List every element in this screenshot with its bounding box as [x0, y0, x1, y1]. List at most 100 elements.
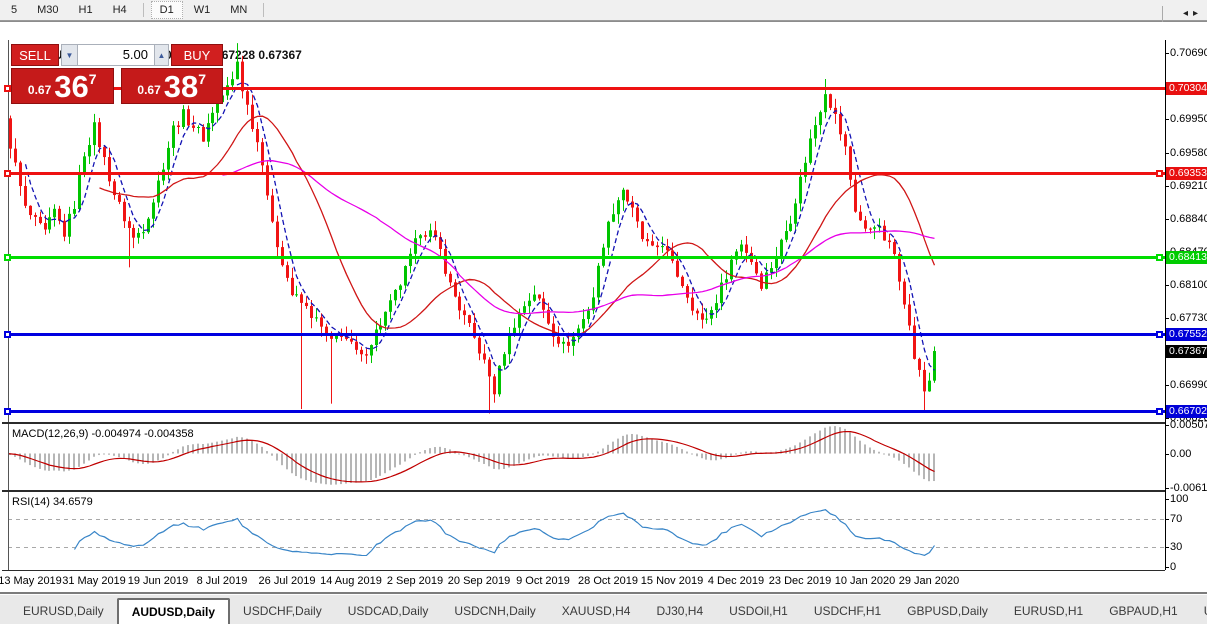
price-axis-tick-label: 0.68840	[1170, 213, 1207, 225]
toolbar-separator	[143, 3, 144, 17]
rsi-pane-canvas[interactable]	[8, 492, 1165, 570]
volume-input[interactable]: 5.00	[78, 45, 154, 65]
tab-scroll-arrows[interactable]: ◂▸	[1183, 8, 1203, 19]
line-handle-right[interactable]	[1156, 170, 1163, 177]
chart-tab-gbpusd-daily[interactable]: GBPUSD,Daily	[894, 600, 1001, 622]
chart-tab-gbpaud-h1[interactable]: GBPAUD,H1	[1096, 600, 1190, 622]
price-axis-tick-mark	[1165, 186, 1169, 187]
horizontal-line-resistance-lower[interactable]	[8, 172, 1165, 175]
chart-tab-audusd-daily[interactable]: AUDUSD,Daily	[117, 598, 230, 624]
trading-terminal: 5M30H1H4D1W1MN ▲ AUDUSD,Daily 0.67259 0.…	[0, 0, 1207, 624]
chart-tab-xauusd-h4[interactable]: XAUUSD,H4	[549, 600, 644, 622]
price-axis-tick-mark	[1165, 53, 1169, 54]
timeframe-button-5[interactable]: 5	[2, 1, 26, 19]
horizontal-line-support-upper[interactable]	[8, 333, 1165, 336]
time-axis-separator	[2, 570, 1165, 571]
chart-tab-eurusd-h1[interactable]: EURUSD,H1	[1001, 600, 1096, 622]
chart-tabs-bar: EURUSD,DailyAUDUSD,DailyUSDCHF,DailyUSDC…	[0, 594, 1207, 624]
macd-values: -0.004974 -0.004358	[91, 428, 193, 440]
line-handle-left[interactable]	[4, 170, 11, 177]
price-axis-tick-mark	[1165, 318, 1169, 319]
time-axis-tick: 28 Oct 2019	[578, 575, 638, 587]
chart-tab-usdcad-daily[interactable]: USDCAD,Daily	[335, 600, 442, 622]
volume-decrease-icon[interactable]: ▼	[62, 45, 78, 65]
time-axis-tick: 8 Jul 2019	[197, 575, 248, 587]
macd-axis-tick-mark	[1165, 488, 1169, 489]
timeframe-button-d1[interactable]: D1	[151, 1, 183, 19]
macd-name: MACD(12,26,9)	[12, 428, 88, 440]
price-axis-tick-label: 0.67730	[1170, 312, 1207, 324]
chart-tab-usdchf-daily[interactable]: USDCHF,Daily	[230, 600, 335, 622]
buy-quote-box[interactable]: 0.67 38 7	[121, 68, 224, 104]
chart-tab-usdchf-h1[interactable]: USDCHF,H1	[801, 600, 894, 622]
price-axis-tick-label: 0.70690	[1170, 47, 1207, 59]
chart-tab-usdcnh-daily[interactable]: USDCNH,Daily	[441, 600, 548, 622]
macd-label: MACD(12,26,9) -0.004974 -0.004358	[12, 428, 194, 440]
time-axis-tick: 31 May 2019	[62, 575, 126, 587]
rsi-label: RSI(14) 34.6579	[12, 496, 93, 508]
sell-button[interactable]: SELL	[11, 44, 59, 66]
tab-scroll-right-icon[interactable]: ▸	[1193, 8, 1203, 19]
time-axis-tick: 2 Sep 2019	[387, 575, 443, 587]
chart-tab-usd[interactable]: USD	[1191, 600, 1207, 622]
buy-button[interactable]: BUY	[171, 44, 223, 66]
volume-spinner: ▼ 5.00 ▲	[61, 44, 169, 66]
tab-scroll-left-icon[interactable]: ◂	[1183, 8, 1193, 19]
line-handle-right[interactable]	[1156, 331, 1163, 338]
timeframe-button-w1[interactable]: W1	[185, 1, 220, 19]
price-label-resistance-upper: 0.70304	[1166, 82, 1207, 95]
horizontal-line-support-lower[interactable]	[8, 410, 1165, 413]
time-axis-tick: 15 Nov 2019	[641, 575, 703, 587]
timeframe-button-m30[interactable]: M30	[28, 1, 67, 19]
line-handle-left[interactable]	[4, 85, 11, 92]
rsi-pane-separator[interactable]	[2, 490, 1165, 492]
timeframe-button-h1[interactable]: H1	[70, 1, 102, 19]
rsi-axis-tick-label: 30	[1170, 541, 1182, 553]
toolbar-separator	[263, 3, 264, 17]
rsi-axis-tick-mark	[1165, 499, 1169, 500]
rsi-axis-tick-label: 100	[1170, 493, 1188, 505]
price-label-support-lower: 0.66702	[1166, 405, 1207, 418]
timeframe-toolbar: 5M30H1H4 D1W1MN	[0, 0, 1207, 21]
time-axis-tick: 23 Dec 2019	[769, 575, 831, 587]
price-axis-tick-mark	[1165, 153, 1169, 154]
one-click-trading-panel: SELL ▼ 5.00 ▲ BUY 0.67 36 7 0.67 38 7	[11, 44, 223, 104]
price-axis-tick-label: 0.69580	[1170, 147, 1207, 159]
time-axis-tick: 14 Aug 2019	[320, 575, 382, 587]
chart-tab-dj30-h4[interactable]: DJ30,H4	[643, 600, 716, 622]
buy-price-big: 38	[164, 74, 198, 100]
macd-pane-separator[interactable]	[2, 422, 1165, 424]
price-label-current-price: 0.67367	[1166, 345, 1207, 358]
price-label-resistance-lower: 0.69353	[1166, 167, 1207, 180]
line-handle-left[interactable]	[4, 408, 11, 415]
price-axis-tick-mark	[1165, 119, 1169, 120]
rsi-axis-tick-label: 0	[1170, 561, 1176, 573]
price-axis-tick-mark	[1165, 418, 1169, 419]
price-label-pivot-green: 0.68413	[1166, 251, 1207, 264]
line-handle-left[interactable]	[4, 254, 11, 261]
price-label-support-upper: 0.67552	[1166, 328, 1207, 341]
timeframe-button-mn[interactable]: MN	[221, 1, 256, 19]
line-handle-right[interactable]	[1156, 408, 1163, 415]
price-axis-tick-mark	[1165, 285, 1169, 286]
chart-tab-eurusd-daily[interactable]: EURUSD,Daily	[10, 600, 117, 622]
tab-scroll-divider	[1162, 6, 1163, 22]
time-axis-tick: 19 Jun 2019	[128, 575, 189, 587]
rsi-axis-tick-mark	[1165, 567, 1169, 568]
chart-tab-usdoil-h1[interactable]: USDOil,H1	[716, 600, 801, 622]
horizontal-line-pivot-green[interactable]	[8, 256, 1165, 259]
macd-axis-tick-mark	[1165, 454, 1169, 455]
timeframe-button-h4[interactable]: H4	[104, 1, 136, 19]
macd-axis-tick-mark	[1165, 425, 1169, 426]
line-handle-right[interactable]	[1156, 254, 1163, 261]
price-axis-tick-mark	[1165, 385, 1169, 386]
volume-increase-icon[interactable]: ▲	[154, 45, 168, 65]
rsi-axis-tick-mark	[1165, 519, 1169, 520]
price-axis-tick-label: 0.69210	[1170, 180, 1207, 192]
price-axis-tick-label: 0.69950	[1170, 113, 1207, 125]
time-axis-tick: 4 Dec 2019	[708, 575, 764, 587]
line-handle-left[interactable]	[4, 331, 11, 338]
sell-price-big: 36	[54, 74, 88, 100]
sell-price-pip: 7	[89, 71, 97, 87]
sell-quote-box[interactable]: 0.67 36 7	[11, 68, 114, 104]
